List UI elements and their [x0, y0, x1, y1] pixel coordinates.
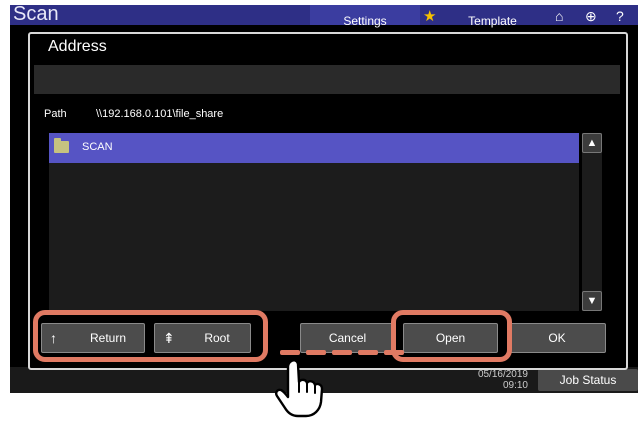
- globe-icon[interactable]: ⊕: [585, 7, 597, 25]
- top-bar: Scan Settings ★ Template ⌂ ⊕ ?: [10, 5, 638, 28]
- path-value: \\192.168.0.101\file_share: [96, 108, 224, 120]
- scroll-up-button[interactable]: ▲: [582, 133, 602, 153]
- dialog-title: Address: [48, 38, 107, 55]
- settings-tab[interactable]: Settings: [310, 5, 420, 28]
- dash-connector: [306, 350, 326, 355]
- app-title: Scan: [13, 5, 59, 25]
- chevron-up-icon: ▲: [586, 137, 598, 149]
- chevron-down-icon: ▼: [586, 295, 598, 307]
- pointing-hand-icon: [275, 359, 324, 418]
- scrollbar-track[interactable]: [582, 133, 602, 311]
- dash-connector: [358, 350, 378, 355]
- job-status-button[interactable]: Job Status: [538, 369, 638, 391]
- help-icon[interactable]: ?: [616, 7, 624, 25]
- home-icon[interactable]: ⌂: [555, 7, 563, 25]
- scroll-down-button[interactable]: ▼: [582, 291, 602, 311]
- star-icon[interactable]: ★: [423, 8, 436, 26]
- list-item-label: SCAN: [82, 141, 113, 153]
- dash-connector: [332, 350, 352, 355]
- time-text: 09:10: [502, 380, 528, 391]
- highlight-open-button: [391, 310, 512, 362]
- cancel-button[interactable]: Cancel: [300, 323, 395, 353]
- path-label: Path: [44, 108, 67, 120]
- ok-button[interactable]: OK: [508, 323, 606, 353]
- highlight-navigation-buttons: [33, 310, 268, 362]
- date-time: 05/16/2019 09:10: [458, 369, 528, 391]
- dash-connector: [384, 350, 404, 355]
- date-text: 05/16/2019: [477, 369, 528, 380]
- folder-icon: [54, 138, 69, 153]
- dash-connector: [280, 350, 300, 355]
- list-item-scan[interactable]: SCAN: [49, 133, 579, 163]
- folder-list: SCAN: [49, 133, 579, 311]
- address-field[interactable]: [34, 65, 620, 94]
- template-tab[interactable]: Template: [450, 5, 535, 28]
